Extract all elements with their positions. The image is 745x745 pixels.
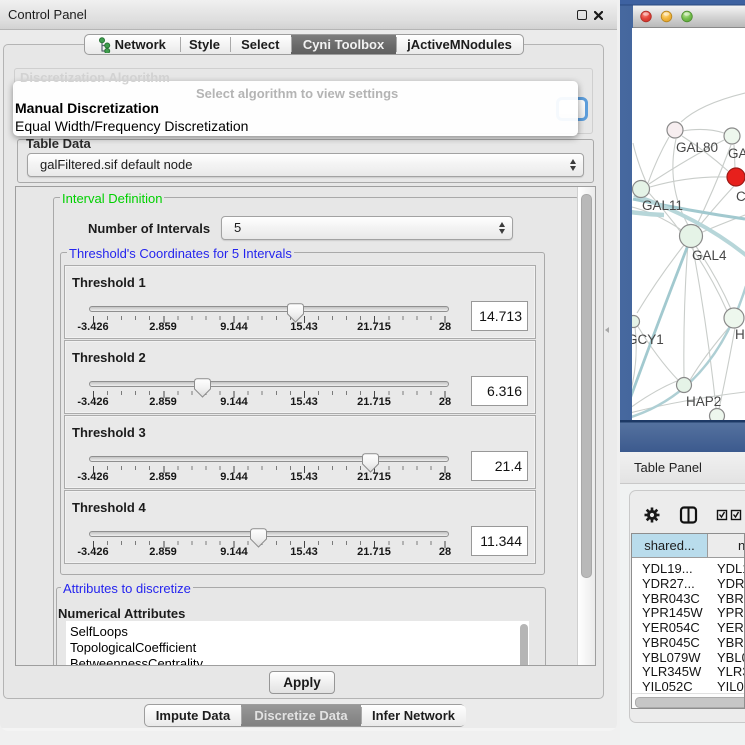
svg-text:GA: GA [728, 146, 745, 161]
svg-text:H: H [735, 327, 745, 342]
svg-text:GAL80: GAL80 [676, 140, 718, 155]
svg-text:C: C [736, 189, 745, 204]
svg-text:HAP2: HAP2 [686, 394, 721, 409]
svg-text:GAL4: GAL4 [692, 248, 727, 263]
svg-text:GAL11: GAL11 [642, 198, 683, 213]
svg-text:GCY1: GCY1 [627, 332, 664, 347]
